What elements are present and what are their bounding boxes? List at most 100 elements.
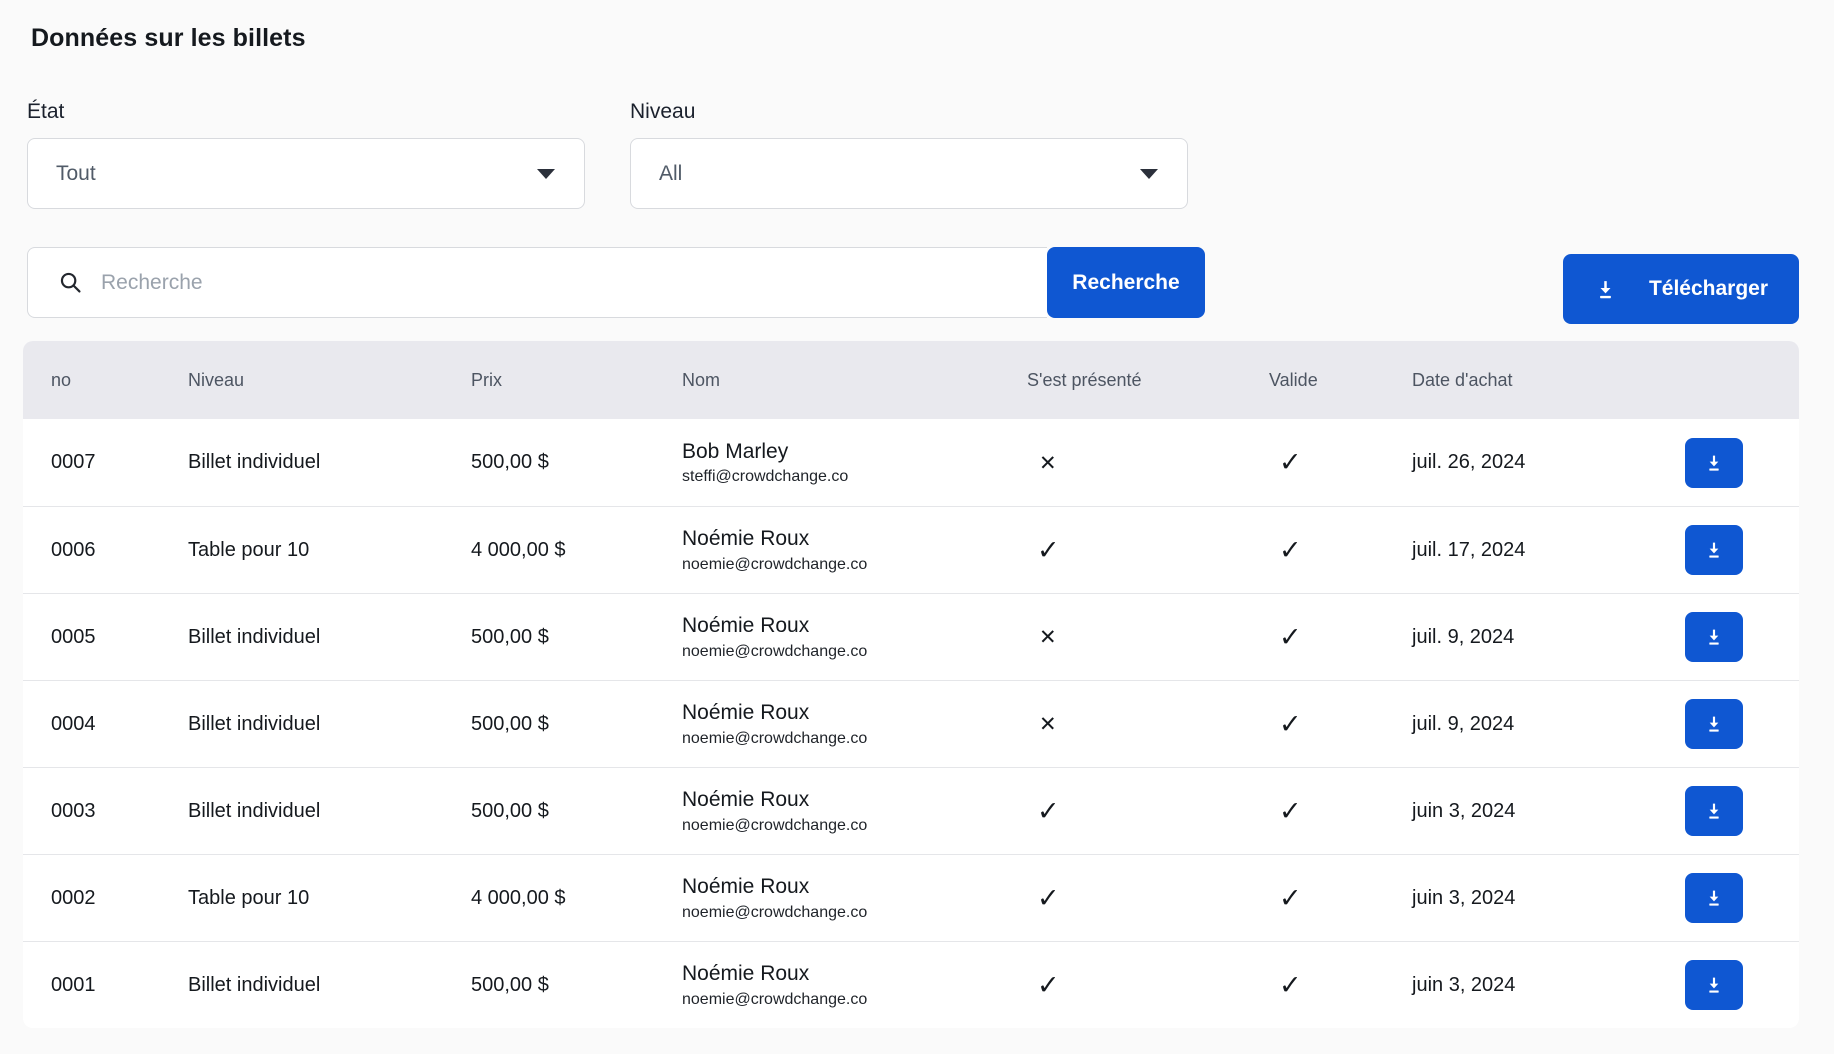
download-ticket-button[interactable] (1685, 525, 1743, 575)
ticket-level: Billet individuel (188, 626, 471, 649)
row-actions (1662, 960, 1799, 1010)
purchaser-cell: Noémie Roux noemie@crowdchange.co (682, 700, 1027, 747)
niveau-filter: Niveau All (630, 100, 1188, 209)
column-header-present: S'est présenté (1027, 370, 1269, 391)
purchaser-cell: Noémie Roux noemie@crowdchange.co (682, 613, 1027, 660)
row-actions (1662, 525, 1799, 575)
download-icon (1704, 801, 1724, 821)
valid-mark: ✓ (1269, 447, 1412, 478)
row-actions (1662, 438, 1799, 488)
purchaser-email: noemie@crowdchange.co (682, 904, 1027, 922)
download-icon (1704, 627, 1724, 647)
ticket-price: 500,00 $ (471, 974, 682, 997)
ticket-price: 500,00 $ (471, 626, 682, 649)
row-actions (1662, 699, 1799, 749)
search-toolbar: Recherche Télécharger (23, 247, 1799, 324)
purchaser-name: Noémie Roux (682, 700, 1027, 725)
purchaser-cell: Noémie Roux noemie@crowdchange.co (682, 961, 1027, 1008)
ticket-number: 0006 (51, 539, 188, 562)
niveau-label: Niveau (630, 100, 1188, 124)
table-row: 0004 Billet individuel 500,00 $ Noémie R… (23, 680, 1799, 767)
ticket-level: Billet individuel (188, 800, 471, 823)
download-button-label: Télécharger (1649, 277, 1768, 301)
search-group: Recherche (27, 247, 1205, 318)
purchaser-email: noemie@crowdchange.co (682, 556, 1027, 574)
search-field[interactable] (27, 247, 1047, 318)
purchaser-email: noemie@crowdchange.co (682, 991, 1027, 1009)
ticket-number: 0007 (51, 451, 188, 474)
column-header-no: no (51, 370, 188, 391)
purchaser-name: Noémie Roux (682, 613, 1027, 638)
table-row: 0001 Billet individuel 500,00 $ Noémie R… (23, 941, 1799, 1028)
ticket-number: 0002 (51, 887, 188, 910)
purchase-date: juil. 9, 2024 (1412, 626, 1662, 649)
ticket-price: 500,00 $ (471, 451, 682, 474)
ticket-number: 0001 (51, 974, 188, 997)
filters-row: État Tout Niveau All (27, 100, 1834, 209)
column-header-nom: Nom (682, 370, 1027, 391)
download-icon (1704, 888, 1724, 908)
ticket-price: 500,00 $ (471, 713, 682, 736)
ticket-level: Billet individuel (188, 451, 471, 474)
purchaser-email: noemie@crowdchange.co (682, 643, 1027, 661)
download-ticket-button[interactable] (1685, 873, 1743, 923)
purchaser-email: noemie@crowdchange.co (682, 730, 1027, 748)
table-row: 0005 Billet individuel 500,00 $ Noémie R… (23, 593, 1799, 680)
valid-mark: ✓ (1269, 622, 1412, 653)
search-input[interactable] (101, 248, 1047, 317)
column-header-niveau: Niveau (188, 370, 471, 391)
purchaser-email: steffi@crowdchange.co (682, 468, 1027, 486)
download-ticket-button[interactable] (1685, 960, 1743, 1010)
purchase-date: juil. 9, 2024 (1412, 713, 1662, 736)
purchaser-name: Noémie Roux (682, 526, 1027, 551)
checked-in-mark: ✓ (1027, 535, 1269, 566)
purchaser-name: Noémie Roux (682, 874, 1027, 899)
chevron-down-icon (537, 169, 555, 179)
etat-select[interactable]: Tout (27, 138, 585, 209)
purchaser-cell: Noémie Roux noemie@crowdchange.co (682, 526, 1027, 573)
ticket-number: 0003 (51, 800, 188, 823)
valid-mark: ✓ (1269, 970, 1412, 1001)
ticket-number: 0004 (51, 713, 188, 736)
purchaser-name: Noémie Roux (682, 961, 1027, 986)
etat-label: État (27, 100, 585, 124)
search-button[interactable]: Recherche (1047, 247, 1205, 318)
download-ticket-button[interactable] (1685, 786, 1743, 836)
purchase-date: juin 3, 2024 (1412, 974, 1662, 997)
ticket-level: Billet individuel (188, 713, 471, 736)
column-header-date: Date d'achat (1412, 370, 1662, 391)
ticket-price: 4 000,00 $ (471, 539, 682, 562)
download-icon (1594, 278, 1617, 301)
column-header-valide: Valide (1269, 370, 1412, 391)
purchase-date: juil. 26, 2024 (1412, 451, 1662, 474)
checked-in-mark: ✕ (1027, 625, 1269, 649)
table-row: 0003 Billet individuel 500,00 $ Noémie R… (23, 767, 1799, 854)
checked-in-mark: ✕ (1027, 451, 1269, 475)
checked-in-mark: ✓ (1027, 883, 1269, 914)
download-ticket-button[interactable] (1685, 612, 1743, 662)
download-all-button[interactable]: Télécharger (1563, 254, 1799, 324)
valid-mark: ✓ (1269, 883, 1412, 914)
table-body: 0007 Billet individuel 500,00 $ Bob Marl… (23, 419, 1799, 1028)
download-icon (1704, 453, 1724, 473)
purchase-date: juil. 17, 2024 (1412, 539, 1662, 562)
download-ticket-button[interactable] (1685, 438, 1743, 488)
purchaser-cell: Noémie Roux noemie@crowdchange.co (682, 874, 1027, 921)
etat-filter: État Tout (27, 100, 585, 209)
page-title: Données sur les billets (31, 24, 1834, 53)
ticket-price: 500,00 $ (471, 800, 682, 823)
tickets-table: no Niveau Prix Nom S'est présenté Valide… (23, 341, 1799, 1028)
niveau-select[interactable]: All (630, 138, 1188, 209)
search-icon (58, 270, 83, 295)
row-actions (1662, 786, 1799, 836)
table-header: no Niveau Prix Nom S'est présenté Valide… (23, 341, 1799, 419)
purchase-date: juin 3, 2024 (1412, 887, 1662, 910)
niveau-selected-value: All (659, 162, 1140, 186)
table-row: 0006 Table pour 10 4 000,00 $ Noémie Rou… (23, 506, 1799, 593)
purchaser-cell: Noémie Roux noemie@crowdchange.co (682, 787, 1027, 834)
checked-in-mark: ✓ (1027, 796, 1269, 827)
ticket-price: 4 000,00 $ (471, 887, 682, 910)
download-icon (1704, 540, 1724, 560)
download-ticket-button[interactable] (1685, 699, 1743, 749)
purchaser-cell: Bob Marley steffi@crowdchange.co (682, 439, 1027, 486)
